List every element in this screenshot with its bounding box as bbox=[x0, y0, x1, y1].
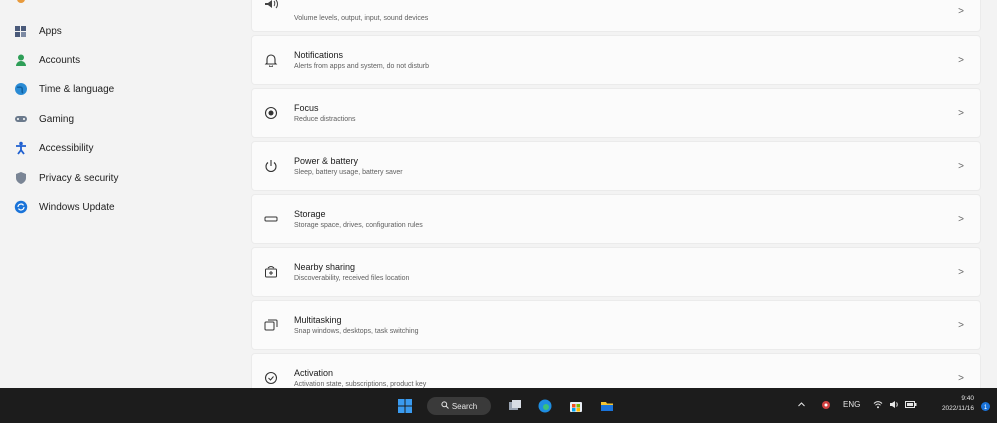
clock-date: 2022/11/16 bbox=[941, 405, 974, 412]
file-explorer-button[interactable] bbox=[597, 396, 616, 415]
chevron-right-icon: > bbox=[958, 5, 964, 17]
folder-icon bbox=[600, 401, 613, 411]
taskbar: Search ENG 9:40 2022/11/16 1 bbox=[0, 388, 997, 423]
tray-app-icon[interactable] bbox=[821, 400, 831, 412]
gaming-icon bbox=[14, 112, 28, 126]
settings-sidebar: Apps Accounts Time & language Gaming Acc bbox=[0, 0, 240, 388]
task-view-icon bbox=[508, 399, 521, 410]
setting-description: Activation state, subscriptions, product… bbox=[294, 380, 427, 388]
store-icon bbox=[569, 401, 582, 412]
partial-icon bbox=[14, 0, 28, 6]
setting-description: Reduce distractions bbox=[294, 115, 356, 123]
sidebar-item-windows-update[interactable]: Windows Update bbox=[14, 194, 224, 220]
edge-icon bbox=[538, 399, 551, 412]
setting-row-notifications[interactable]: Notifications Alerts from apps and syste… bbox=[251, 35, 981, 85]
storage-icon bbox=[262, 210, 280, 228]
sidebar-item-partial[interactable] bbox=[14, 0, 224, 6]
chevron-right-icon: > bbox=[958, 266, 964, 278]
setting-title: Power & battery bbox=[294, 155, 359, 166]
wifi-icon[interactable] bbox=[873, 400, 883, 411]
sidebar-item-label: Accounts bbox=[39, 54, 81, 66]
sidebar-item-time-language[interactable]: Time & language bbox=[14, 76, 224, 102]
edge-button[interactable] bbox=[535, 396, 554, 415]
store-button[interactable] bbox=[566, 396, 585, 415]
setting-title: Multitasking bbox=[294, 314, 342, 325]
language-indicator[interactable]: ENG bbox=[843, 400, 860, 409]
windows-update-icon bbox=[14, 200, 28, 214]
setting-row-storage[interactable]: Storage Storage space, drives, configura… bbox=[251, 194, 981, 244]
setting-row-sound[interactable]: Volume levels, output, input, sound devi… bbox=[251, 0, 981, 32]
sidebar-item-label: Privacy & security bbox=[39, 172, 119, 184]
time-language-icon bbox=[14, 82, 28, 96]
windows-logo-icon bbox=[397, 398, 412, 413]
search-icon bbox=[441, 401, 449, 411]
chevron-right-icon: > bbox=[958, 213, 964, 225]
chevron-right-icon: > bbox=[958, 319, 964, 331]
setting-title: Nearby sharing bbox=[294, 261, 356, 272]
search-label: Search bbox=[451, 401, 478, 411]
sidebar-item-gaming[interactable]: Gaming bbox=[14, 106, 224, 132]
setting-title: Storage bbox=[294, 208, 326, 219]
accessibility-icon bbox=[14, 141, 28, 155]
chevron-right-icon: > bbox=[958, 160, 964, 172]
setting-title: Focus bbox=[294, 102, 319, 113]
setting-description: Storage space, drives, configuration rul… bbox=[294, 221, 423, 229]
setting-row-nearby-sharing[interactable]: Nearby sharing Discoverability, received… bbox=[251, 247, 981, 297]
start-button[interactable] bbox=[395, 396, 414, 415]
chevron-right-icon: > bbox=[958, 372, 964, 384]
setting-row-focus[interactable]: Focus Reduce distractions > bbox=[251, 88, 981, 138]
sidebar-item-accounts[interactable]: Accounts bbox=[14, 47, 224, 73]
nearby-sharing-icon bbox=[262, 263, 280, 281]
setting-title: Activation bbox=[294, 367, 334, 378]
activation-check-icon bbox=[262, 369, 280, 387]
clock-time: 9:40 bbox=[961, 395, 974, 402]
clock[interactable]: 9:40 2022/11/16 bbox=[930, 394, 974, 414]
chevron-up-icon[interactable] bbox=[797, 400, 806, 411]
settings-list: Volume levels, output, input, sound devi… bbox=[251, 0, 981, 388]
shield-icon bbox=[14, 171, 28, 185]
settings-window: Apps Accounts Time & language Gaming Acc bbox=[0, 0, 997, 388]
taskbar-search[interactable]: Search bbox=[427, 397, 491, 415]
bell-icon bbox=[262, 51, 280, 69]
volume-icon[interactable] bbox=[889, 400, 899, 411]
battery-icon[interactable] bbox=[905, 400, 917, 411]
chevron-right-icon: > bbox=[958, 54, 964, 66]
setting-description: Volume levels, output, input, sound devi… bbox=[294, 14, 429, 22]
setting-description: Discoverability, received files location bbox=[294, 274, 410, 282]
sidebar-item-privacy-security[interactable]: Privacy & security bbox=[14, 165, 224, 191]
setting-row-activation[interactable]: Activation Activation state, subscriptio… bbox=[251, 353, 981, 388]
apps-icon bbox=[14, 24, 28, 38]
setting-row-multitasking[interactable]: Multitasking Snap windows, desktops, tas… bbox=[251, 300, 981, 350]
task-view-button[interactable] bbox=[505, 396, 524, 415]
speaker-icon bbox=[262, 0, 280, 13]
setting-title: Notifications bbox=[294, 49, 344, 60]
sidebar-item-accessibility[interactable]: Accessibility bbox=[14, 135, 224, 161]
setting-row-power-battery[interactable]: Power & battery Sleep, battery usage, ba… bbox=[251, 141, 981, 191]
sidebar-item-label: Windows Update bbox=[39, 201, 115, 213]
sidebar-item-label: Gaming bbox=[39, 113, 75, 125]
focus-icon bbox=[262, 104, 280, 122]
accounts-icon bbox=[14, 53, 28, 67]
notification-badge-icon[interactable]: 1 bbox=[981, 402, 990, 413]
multitasking-icon bbox=[262, 316, 280, 334]
power-icon bbox=[262, 157, 280, 175]
sidebar-item-label: Apps bbox=[39, 25, 62, 37]
chevron-right-icon: > bbox=[958, 107, 964, 119]
sidebar-item-apps[interactable]: Apps bbox=[14, 18, 224, 44]
setting-description: Sleep, battery usage, battery saver bbox=[294, 168, 403, 176]
setting-description: Alerts from apps and system, do not dist… bbox=[294, 62, 430, 70]
sidebar-item-label: Accessibility bbox=[39, 142, 94, 154]
setting-description: Snap windows, desktops, task switching bbox=[294, 327, 419, 335]
sidebar-item-label: Time & language bbox=[39, 83, 115, 95]
